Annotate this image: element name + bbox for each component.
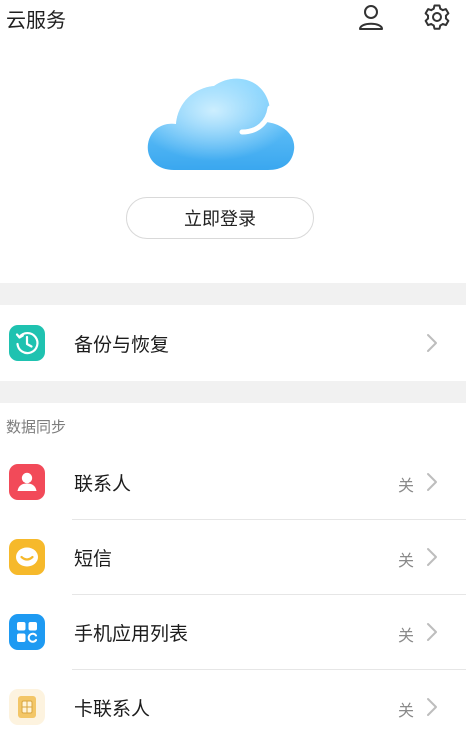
- chevron-right-icon: [424, 332, 440, 354]
- sync-state: 关: [398, 476, 415, 495]
- app-grid-icon: [9, 614, 45, 650]
- backup-restore-label: 备份与恢复: [74, 334, 170, 356]
- app-header: 云服务: [0, 0, 466, 40]
- backup-restore-row[interactable]: 备份与恢复: [0, 306, 466, 381]
- chevron-right-icon: [424, 471, 440, 493]
- sync-item-label: 短信: [74, 548, 113, 570]
- gear-icon[interactable]: [422, 2, 452, 32]
- sync-item-sim-contacts[interactable]: 卡联系人 关: [0, 670, 466, 745]
- chevron-right-icon: [424, 696, 440, 718]
- sync-item-label: 联系人: [74, 473, 132, 495]
- sync-item-app-list[interactable]: 手机应用列表 关: [0, 595, 466, 670]
- contacts-icon: [9, 464, 45, 500]
- cloud-logo-icon: [146, 72, 296, 172]
- account-icon[interactable]: [356, 2, 386, 32]
- sync-item-label: 手机应用列表: [74, 623, 189, 645]
- sync-item-label: 卡联系人: [74, 698, 151, 720]
- chevron-right-icon: [424, 546, 440, 568]
- sync-state: 关: [398, 701, 415, 720]
- section-gap: [0, 283, 466, 305]
- sim-card-icon: [9, 689, 45, 725]
- chevron-right-icon: [424, 621, 440, 643]
- section-gap: [0, 381, 466, 403]
- login-button[interactable]: 立即登录: [126, 197, 314, 239]
- sync-state: 关: [398, 626, 415, 645]
- backup-clock-icon: [9, 325, 45, 361]
- data-sync-section-label: 数据同步: [6, 418, 67, 436]
- sms-icon: [9, 539, 45, 575]
- sync-state: 关: [398, 551, 415, 570]
- page-title: 云服务: [6, 8, 66, 32]
- sync-item-contacts[interactable]: 联系人 关: [0, 445, 466, 520]
- sync-item-sms[interactable]: 短信 关: [0, 520, 466, 595]
